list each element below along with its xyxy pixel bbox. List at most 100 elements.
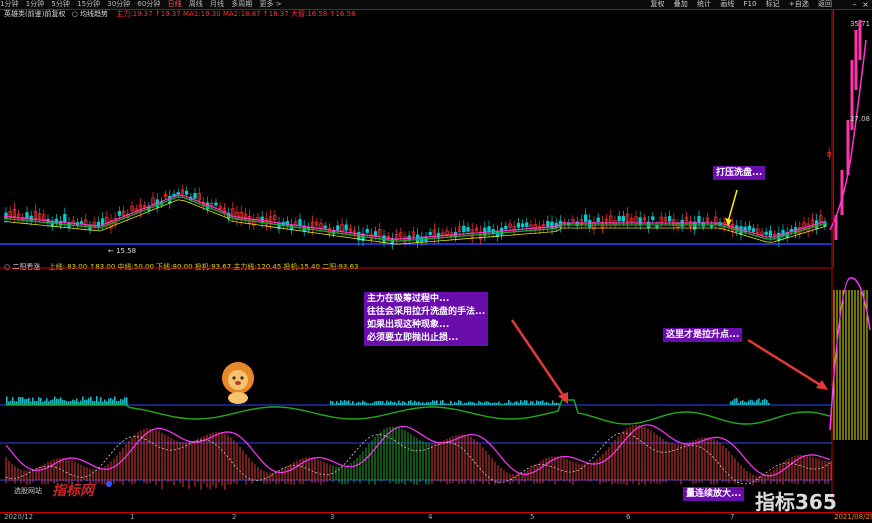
sub-bar <box>510 402 512 405</box>
candle-body <box>4 212 8 219</box>
candle-body <box>550 221 554 230</box>
sub-bar <box>38 397 40 405</box>
sub-bar <box>12 397 14 405</box>
sub-bar <box>414 400 416 405</box>
watermark-logo: 指标网 <box>52 483 94 499</box>
sub-bar <box>28 397 30 405</box>
sub-bar <box>54 396 56 405</box>
candle-body <box>298 219 302 227</box>
date-tick: 1 <box>130 513 135 521</box>
candle-body <box>751 228 756 232</box>
sub-bar <box>456 402 458 405</box>
sub-bar <box>334 403 336 405</box>
candle-body <box>697 216 701 223</box>
sub-bar <box>746 402 748 405</box>
date-tick: 5 <box>530 513 535 521</box>
sub-bar <box>340 400 342 405</box>
sub-bar <box>740 400 742 405</box>
date-tick: 3 <box>330 513 335 521</box>
sub-bar <box>534 403 536 405</box>
sub-bar <box>362 400 364 405</box>
sub-bar <box>386 400 388 405</box>
candle-body <box>344 224 348 231</box>
sub-bar <box>436 400 438 405</box>
sub-bar <box>536 400 538 405</box>
date-axis: 2020/12 1 2 3 4 5 6 7 2021/08/29 <box>0 512 872 523</box>
sub-bar <box>480 402 482 405</box>
candle-body <box>516 222 521 228</box>
low-price-label: ← 15.58 <box>108 247 137 255</box>
annotation-absorb: 主力在吸筹过程中... 往往会采用拉升洗盘的手法... 如果出现这种现象... … <box>364 292 489 346</box>
sub-bar <box>734 398 736 405</box>
press-arrow <box>727 189 738 223</box>
sub-bar <box>486 401 488 405</box>
sub-bar <box>336 401 338 405</box>
candle-body <box>184 190 189 195</box>
candle-body <box>781 229 785 237</box>
stock-chart[interactable] <box>0 0 872 522</box>
signal-dot <box>106 481 112 487</box>
sub-bar <box>496 402 498 405</box>
sub-bar <box>50 400 52 405</box>
sub-bar <box>518 402 520 405</box>
sub-bar <box>376 401 378 405</box>
sub-bar <box>406 403 408 405</box>
date-tick: 6 <box>626 513 631 521</box>
sub-bar <box>110 398 112 405</box>
sub-bar <box>56 398 58 405</box>
sub-bar <box>494 402 496 405</box>
price-scale: 35.71 27.08 <box>833 10 872 268</box>
sub-bar <box>346 401 348 405</box>
date-tick: 2 <box>232 513 237 521</box>
sub-bar <box>490 403 492 405</box>
sub-bar <box>488 401 490 405</box>
candle-body <box>764 231 768 235</box>
sub-bar <box>400 402 402 405</box>
sub-bar <box>516 401 518 405</box>
sub-bar <box>530 401 532 405</box>
brand-watermark: 指标365 <box>755 490 837 514</box>
sub-bar <box>354 403 356 405</box>
sub-bar <box>398 400 400 405</box>
sub-bar <box>40 397 42 405</box>
sub-bar <box>22 397 24 405</box>
sub-bar <box>88 398 90 405</box>
sub-bar <box>434 401 436 405</box>
watermark-text: 选股网站 <box>14 487 42 495</box>
sub-bar <box>82 396 84 405</box>
sub-bar <box>126 397 128 405</box>
sub-bar <box>366 402 368 405</box>
sub-bar <box>352 400 354 405</box>
sub-bar <box>466 402 468 405</box>
sub-bar <box>732 400 734 405</box>
sub-bar <box>550 403 552 405</box>
date-tick: 4 <box>428 513 433 521</box>
signal-line <box>5 432 831 485</box>
sub-bar <box>350 403 352 405</box>
sub-bar <box>424 403 426 405</box>
sub-bar <box>730 401 732 405</box>
date-tick-current: 2021/08/29 <box>834 513 872 521</box>
candle-body <box>596 217 600 223</box>
sub-bar <box>474 402 476 405</box>
candle-body <box>373 231 378 237</box>
sub-bar <box>446 403 448 405</box>
sub-bar <box>76 398 78 405</box>
sub-bar <box>112 399 114 405</box>
sub-bar <box>426 402 428 405</box>
annotation-press: 打压洗盘... <box>713 166 766 180</box>
sub-bar <box>754 402 756 405</box>
sub-bar <box>768 402 770 405</box>
sub-bar <box>514 402 516 405</box>
sub-bar <box>104 399 106 405</box>
sub-bar <box>470 401 472 405</box>
sub-bar <box>390 400 392 405</box>
sub-bar <box>508 400 510 405</box>
sub-bar <box>736 398 738 405</box>
sub-bar <box>546 401 548 405</box>
candle-body <box>747 225 752 231</box>
sub-bar <box>512 403 514 405</box>
sub-bar <box>522 402 524 405</box>
lift-arrow <box>747 338 823 388</box>
sub-bar <box>528 403 530 405</box>
